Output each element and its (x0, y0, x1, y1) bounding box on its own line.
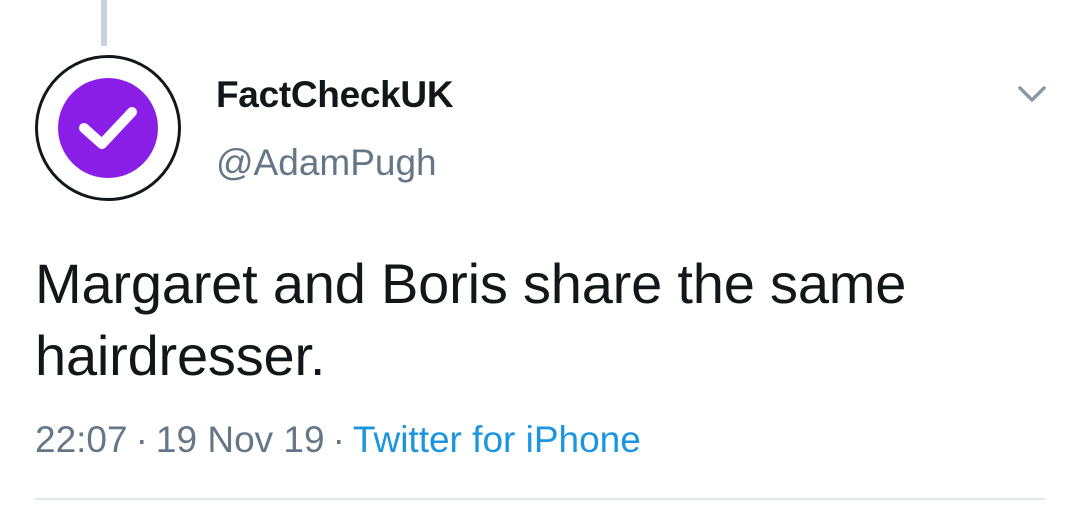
divider (35, 498, 1045, 500)
user-handle[interactable]: @AdamPugh (216, 142, 437, 184)
chevron-down-icon[interactable] (1012, 80, 1052, 108)
tweet-time[interactable]: 22:07 (35, 419, 128, 460)
separator: · (135, 419, 148, 460)
purple-checkmark-icon (58, 78, 158, 178)
separator: · (332, 419, 345, 460)
avatar[interactable] (35, 55, 181, 201)
tweet-text: Margaret and Boris share the same hairdr… (35, 248, 1045, 392)
tweet-meta: 22:07 · 19 Nov 19 · Twitter for iPhone (35, 419, 641, 461)
display-name[interactable]: FactCheckUK (216, 74, 454, 116)
source-link[interactable]: Twitter for iPhone (353, 419, 641, 460)
tweet-text-line-2: hairdresser. (35, 324, 326, 387)
thread-line (101, 0, 107, 46)
tweet-date[interactable]: 19 Nov 19 (156, 419, 325, 460)
tweet-text-line-1: Margaret and Boris share the same (35, 252, 907, 315)
